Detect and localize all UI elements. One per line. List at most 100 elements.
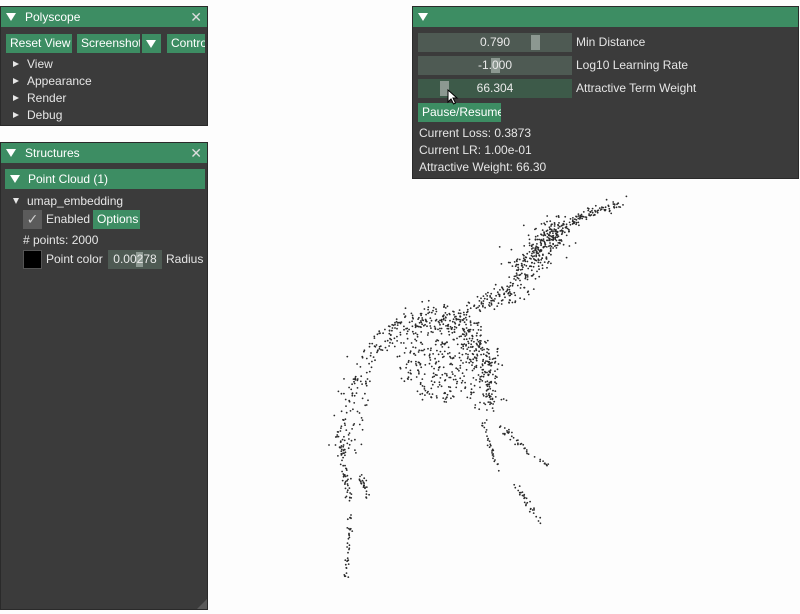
- point: [407, 371, 410, 374]
- point: [518, 258, 521, 261]
- point: [370, 352, 372, 354]
- point: [579, 216, 581, 219]
- point: [519, 279, 521, 282]
- point: [461, 327, 464, 330]
- structures-titlebar[interactable]: Structures ✕: [1, 143, 207, 163]
- point: [490, 302, 493, 305]
- point-cloud-group-header[interactable]: Point Cloud (1): [5, 169, 205, 189]
- controls-button[interactable]: Controls: [167, 34, 205, 53]
- point: [348, 532, 350, 535]
- point: [528, 265, 531, 268]
- screenshot-button[interactable]: Screenshot: [77, 34, 140, 53]
- controls-titlebar[interactable]: [413, 7, 798, 27]
- point: [410, 360, 413, 363]
- point-color-swatch[interactable]: [23, 250, 42, 269]
- point: [481, 371, 484, 374]
- close-icon[interactable]: ✕: [190, 10, 202, 24]
- learning-rate-slider[interactable]: -1.000: [418, 56, 572, 75]
- point: [351, 394, 354, 397]
- point: [541, 257, 543, 259]
- point: [386, 349, 389, 352]
- tree-item-render[interactable]: Render: [13, 91, 66, 105]
- close-icon[interactable]: ✕: [190, 146, 202, 160]
- point: [440, 318, 443, 321]
- point: [612, 203, 615, 205]
- point: [410, 342, 413, 344]
- point: [549, 249, 552, 251]
- point: [540, 223, 543, 225]
- point: [442, 317, 445, 320]
- point: [448, 376, 451, 379]
- point: [491, 448, 494, 451]
- point: [346, 491, 349, 493]
- point: [524, 258, 526, 261]
- point: [536, 270, 538, 273]
- point: [561, 230, 564, 233]
- point: [562, 223, 565, 226]
- point: [483, 373, 485, 376]
- point: [368, 493, 370, 496]
- point: [452, 357, 455, 359]
- point: [540, 234, 543, 236]
- point: [485, 293, 487, 295]
- point: [470, 393, 472, 396]
- screenshot-options-button[interactable]: [142, 34, 161, 53]
- attractive-weight-slider[interactable]: 66.304: [418, 79, 572, 98]
- point: [412, 332, 415, 335]
- point: [515, 439, 518, 442]
- point: [457, 318, 459, 321]
- polyscope-titlebar[interactable]: Polyscope ✕: [1, 7, 207, 27]
- point: [549, 234, 551, 237]
- structure-item-umap-embedding[interactable]: umap_embedding: [13, 194, 123, 208]
- point: [489, 401, 491, 403]
- point: [416, 333, 419, 336]
- point: [450, 397, 452, 400]
- point: [333, 414, 336, 417]
- point: [423, 308, 426, 310]
- point: [497, 463, 499, 465]
- point: [441, 321, 443, 323]
- point: [444, 392, 447, 395]
- point: [535, 515, 538, 518]
- point: [482, 375, 485, 378]
- point: [419, 341, 422, 344]
- collapse-triangle-icon[interactable]: [6, 13, 16, 21]
- point: [328, 444, 330, 446]
- point: [519, 269, 522, 271]
- resize-grip-icon[interactable]: [197, 599, 207, 609]
- point: [456, 343, 459, 346]
- point: [364, 487, 366, 490]
- point: [480, 334, 482, 337]
- point: [528, 251, 531, 253]
- point: [348, 544, 351, 547]
- point: [481, 424, 483, 427]
- min-distance-slider[interactable]: 0.790: [418, 33, 572, 52]
- point: [487, 348, 490, 351]
- point: [430, 319, 433, 322]
- point: [348, 487, 351, 489]
- point: [347, 434, 350, 436]
- reset-view-button[interactable]: Reset View: [6, 34, 72, 53]
- point: [539, 522, 542, 525]
- collapse-triangle-icon[interactable]: [418, 13, 428, 21]
- expand-arrow-icon: [13, 112, 19, 118]
- tree-item-debug[interactable]: Debug: [13, 108, 62, 122]
- enabled-checkbox[interactable]: ✓: [23, 210, 42, 229]
- point: [521, 268, 524, 271]
- point: [535, 254, 538, 257]
- pause-resume-button[interactable]: Pause/Resume: [418, 103, 501, 122]
- options-button[interactable]: Options: [93, 210, 140, 229]
- point: [441, 315, 444, 318]
- tree-item-view[interactable]: View: [13, 57, 53, 71]
- point: [476, 354, 479, 357]
- point: [414, 323, 417, 326]
- point: [511, 284, 514, 287]
- point: [522, 253, 524, 256]
- point: [471, 345, 474, 348]
- expand-arrow-icon: [13, 61, 19, 67]
- radius-slider[interactable]: 0.00278: [108, 250, 162, 269]
- point: [423, 385, 426, 388]
- point: [545, 230, 548, 233]
- collapse-triangle-icon[interactable]: [6, 149, 16, 157]
- tree-item-appearance[interactable]: Appearance: [13, 74, 92, 88]
